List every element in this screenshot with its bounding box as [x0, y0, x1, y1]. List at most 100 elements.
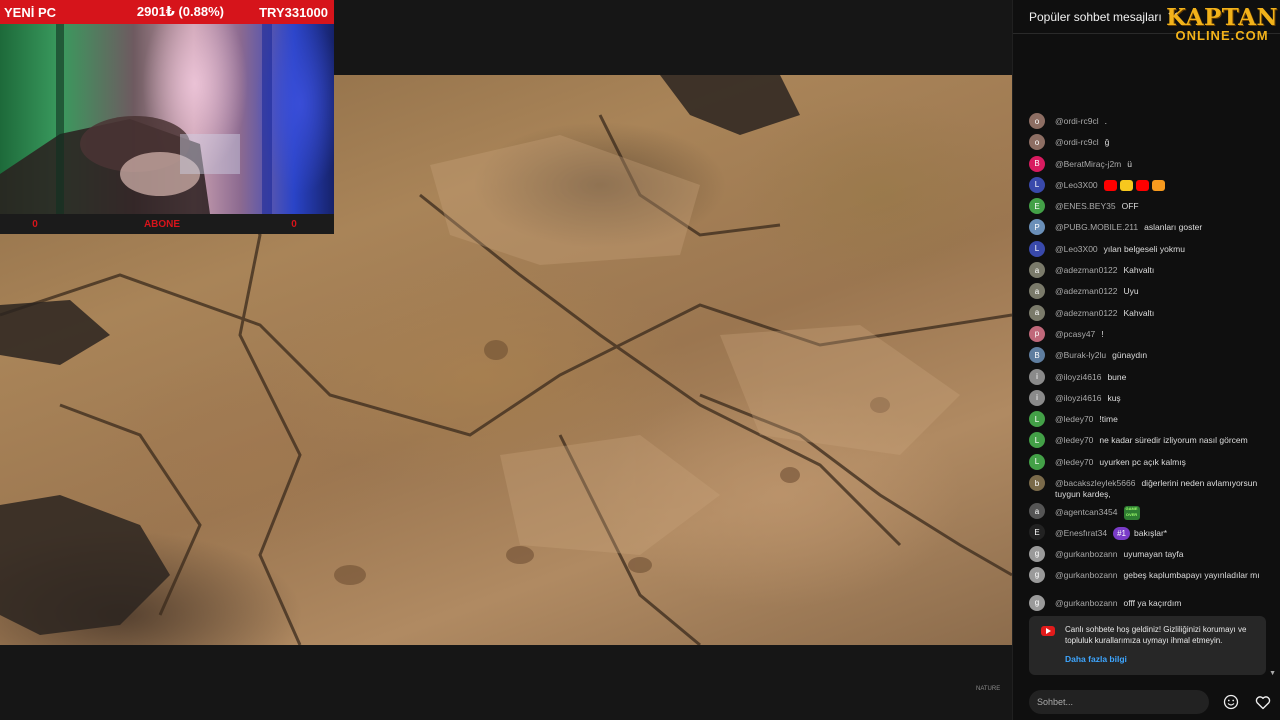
avatar[interactable]: L — [1029, 411, 1045, 428]
avatar[interactable]: a — [1029, 304, 1045, 321]
chat-message-text: !time — [1099, 414, 1118, 425]
chat-mode-label: Popüler sohbet mesajları — [1029, 9, 1162, 24]
chat-message-text: bune — [1107, 371, 1127, 382]
chat-message: p @pcasy47! — [1013, 325, 1280, 346]
chat-author[interactable]: @adezman0122 — [1055, 308, 1118, 318]
chat-author[interactable]: @gurkanbozann — [1055, 549, 1118, 559]
chat-message-body: @adezman0122 Uyu — [1055, 282, 1139, 297]
avatar[interactable]: g — [1029, 566, 1045, 583]
live-chat-panel: Popüler sohbet mesajları KAPTAN ONLINE.C… — [1012, 0, 1280, 720]
brand-watermark: KAPTAN ONLINE.COM — [1166, 6, 1278, 42]
avatar[interactable]: p — [1029, 325, 1045, 342]
chat-author[interactable]: @iloyzi4616 — [1055, 372, 1101, 382]
avatar[interactable]: L — [1029, 432, 1045, 449]
chat-author[interactable]: @adezman0122 — [1055, 265, 1118, 275]
avatar[interactable]: o — [1029, 134, 1045, 151]
emoji-icon — [1151, 180, 1165, 192]
chat-message: L @ledey70 uyurken pc açık kalmış — [1013, 453, 1280, 474]
emoji-icon[interactable] — [1221, 692, 1241, 712]
chat-author[interactable]: @PUBG.MOBILE.211 — [1055, 222, 1138, 232]
youtube-icon — [1041, 626, 1055, 636]
chat-author[interactable]: @ordi-rc9cl — [1055, 116, 1099, 126]
chat-message: B @BeratMiraç-j2m ü — [1013, 155, 1280, 176]
avatar[interactable]: i — [1029, 368, 1045, 385]
avatar[interactable]: a — [1029, 283, 1045, 300]
chat-message: E @ENES.BEY35 OFF — [1013, 197, 1280, 218]
emoji-icon — [1135, 180, 1149, 192]
more-info-link[interactable]: Daha fazla bilgi — [1065, 654, 1258, 665]
chat-message: g @gurkanbozann gebeş kaplumbapayı yayınla… — [1013, 566, 1280, 594]
chat-welcome-notice: Canlı sohbete hoş geldiniz! Gizliliğiniz… — [1029, 616, 1266, 675]
avatar[interactable]: B — [1029, 347, 1045, 364]
chat-author[interactable]: @Leo3X00 — [1055, 244, 1098, 254]
chat-author[interactable]: @pcasy47 — [1055, 329, 1095, 339]
chat-message-text: aslanları goster — [1144, 222, 1203, 233]
avatar[interactable]: E — [1029, 524, 1045, 541]
avatar[interactable]: L — [1029, 176, 1045, 193]
avatar[interactable]: g — [1029, 545, 1045, 562]
overlay-footer: 0 ABONE 0 — [0, 214, 334, 234]
chat-message-body: @ordi-rc9cl ğ — [1055, 133, 1109, 148]
chat-author[interactable]: @Burak-ly2lu — [1055, 350, 1106, 360]
notice-text: Canlı sohbete hoş geldiniz! Gizliliğiniz… — [1065, 625, 1247, 645]
video-player[interactable]: YENİ PC 2901₺ (0.88%) TRY331000 0 ABONE … — [0, 0, 1012, 720]
chat-message-text: yılan belgeseli yokmu — [1103, 243, 1185, 254]
chat-message: i @iloyzi4616 bune — [1013, 368, 1280, 389]
overlay-title: YENİ PC — [4, 4, 57, 20]
avatar[interactable]: o — [1029, 113, 1045, 129]
chat-message-body: @Burak-ly2lu günaydın — [1055, 346, 1147, 361]
chat-author[interactable]: @agentcan3454 — [1055, 507, 1118, 517]
chat-message: E @Enesfırat34 #1 bakışlar* — [1013, 523, 1280, 544]
chat-author[interactable]: @gurkanbozann — [1055, 570, 1118, 580]
chat-message-text: Kahvaltı — [1123, 265, 1155, 276]
overlay-price-change: 2901₺ (0.88%) — [136, 4, 224, 19]
avatar[interactable]: E — [1029, 198, 1045, 215]
avatar[interactable]: g — [1029, 594, 1045, 611]
chat-message-list: o @ordi-rc9cl. o @ordi-rc9cl ğ B @BeratMiraç-j… — [1013, 112, 1280, 615]
chat-author[interactable]: @ledey70 — [1055, 414, 1093, 424]
chat-author[interactable]: @Enesfırat34 — [1055, 528, 1107, 538]
scroll-down-icon[interactable]: ▼ — [1269, 670, 1276, 677]
chat-message-text: uyumayan tayfa — [1123, 548, 1184, 559]
chat-author[interactable]: @iloyzi4616 — [1055, 393, 1101, 403]
heart-icon[interactable] — [1253, 692, 1273, 712]
chat-message-text: gebeş kaplumbapayı yayınladılar mı — [1123, 569, 1260, 580]
chat-author[interactable]: @ENES.BEY35 — [1055, 201, 1116, 211]
chat-message-body: @ENES.BEY35 OFF — [1055, 197, 1139, 212]
chat-message: L @Leo3X00 — [1013, 176, 1280, 197]
chat-author[interactable]: @ledey70 — [1055, 457, 1093, 467]
chat-author[interactable]: @ordi-rc9cl — [1055, 137, 1099, 147]
avatar[interactable]: B — [1029, 155, 1045, 172]
chat-message-body: @iloyzi4616 bune — [1055, 368, 1126, 383]
chat-author[interactable]: @gurkanbozann — [1055, 598, 1118, 608]
overlay-target: TRY331000 — [259, 4, 328, 20]
chat-message-body: @PUBG.MOBILE.211 aslanları goster — [1055, 218, 1202, 233]
webcam-scene — [0, 24, 272, 214]
chat-message-body: @iloyzi4616 kuş — [1055, 389, 1121, 404]
avatar[interactable]: a — [1029, 503, 1045, 520]
avatar[interactable]: a — [1029, 262, 1045, 279]
avatar[interactable]: L — [1029, 240, 1045, 257]
brand-top: KAPTAN — [1166, 4, 1278, 31]
chat-author[interactable]: @bacakszleylek5666 — [1055, 478, 1135, 488]
chat-message: o @ordi-rc9cl. — [1013, 112, 1280, 133]
avatar[interactable]: b — [1029, 475, 1045, 492]
chat-mode-selector[interactable]: Popüler sohbet mesajları — [1029, 10, 1178, 24]
chat-author[interactable]: @BeratMiraç-j2m — [1055, 159, 1121, 169]
avatar[interactable]: i — [1029, 389, 1045, 406]
chat-input[interactable] — [1029, 690, 1210, 714]
chat-message-text: günaydın — [1112, 350, 1148, 361]
chat-author[interactable]: @ledey70 — [1055, 435, 1093, 445]
chat-message: i @iloyzi4616 kuş — [1013, 389, 1280, 410]
chat-message-text: offf ya kaçırdım — [1123, 597, 1182, 608]
chat-message-text: ne kadar süredir izliyorum nasıl görcem — [1099, 435, 1248, 446]
chat-message-body: @gurkanbozann gebeş kaplumbapayı yayınlad… — [1055, 566, 1260, 581]
overlay-footer-mid: ABONE — [143, 218, 181, 230]
avatar[interactable]: L — [1029, 453, 1045, 470]
chat-message: L @ledey70 !time — [1013, 410, 1280, 431]
chat-message: P @PUBG.MOBILE.211 aslanları goster — [1013, 218, 1280, 239]
chat-message-body: @Enesfırat34 #1 bakışlar* — [1055, 523, 1167, 541]
chat-author[interactable]: @adezman0122 — [1055, 286, 1118, 296]
chat-author[interactable]: @Leo3X00 — [1055, 180, 1098, 190]
avatar[interactable]: P — [1029, 219, 1045, 236]
